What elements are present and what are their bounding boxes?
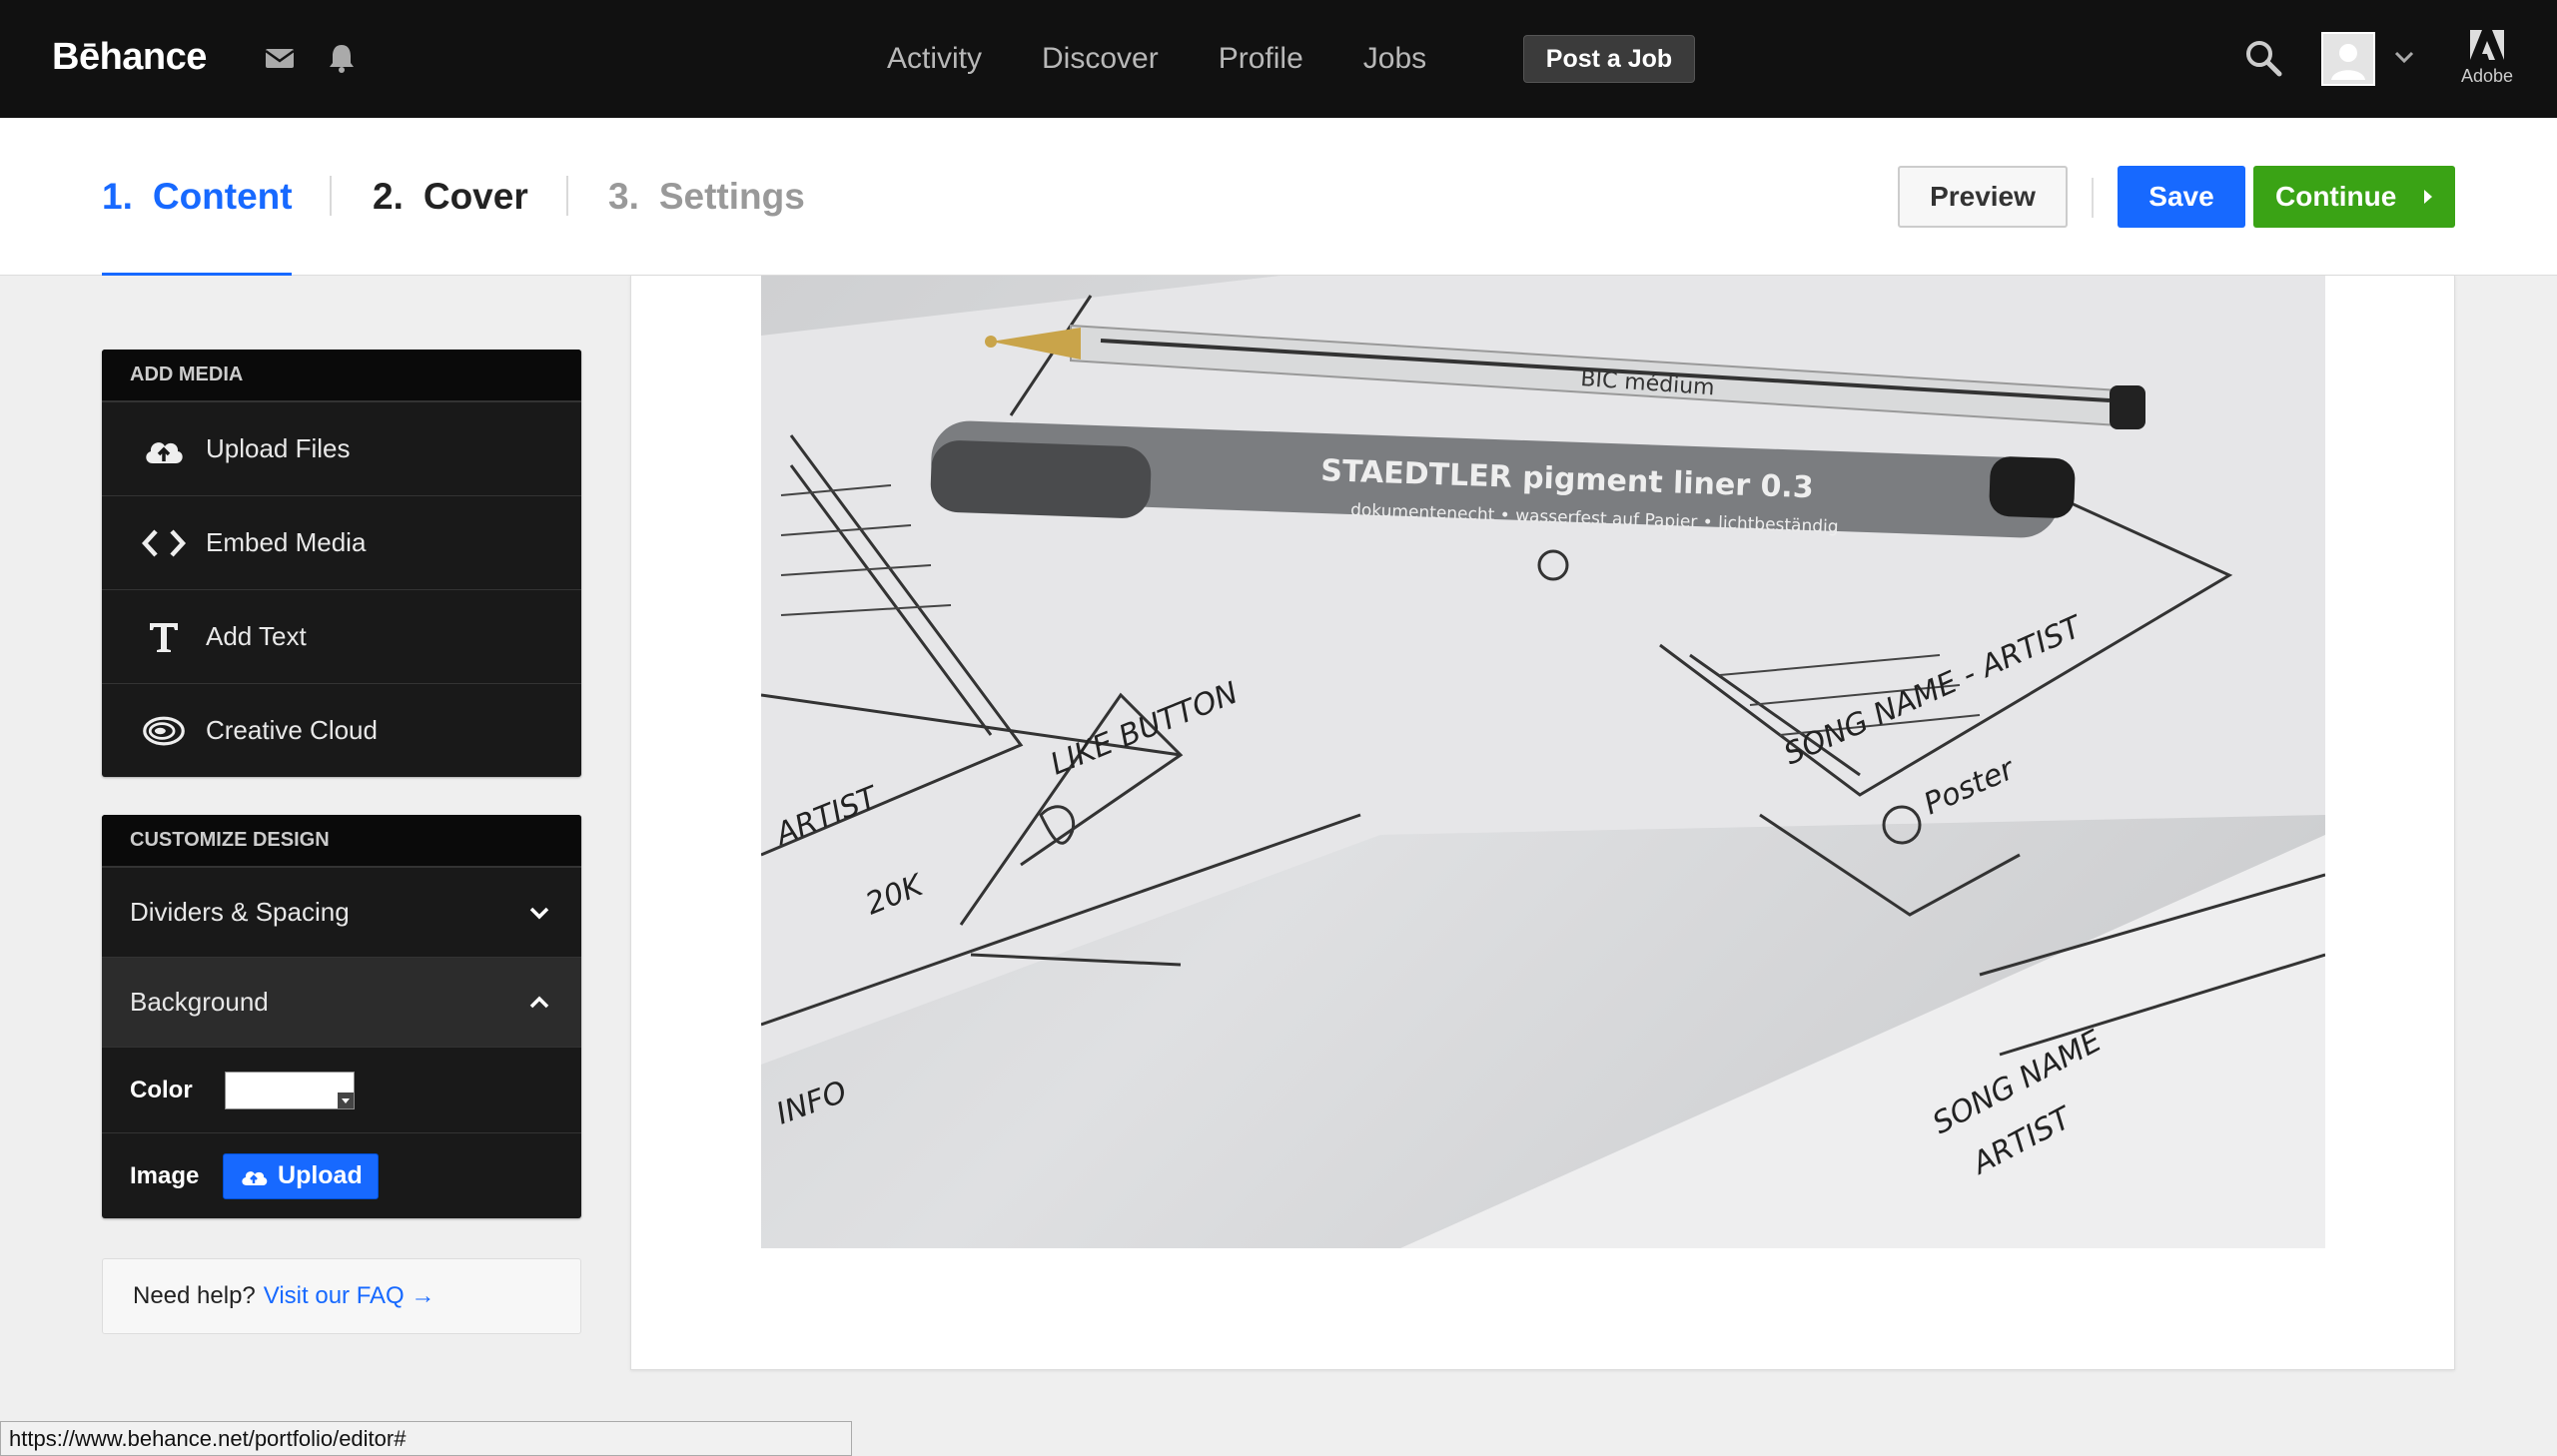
step-number: 3. [608, 176, 639, 217]
preview-button[interactable]: Preview [1898, 166, 2068, 228]
add-media-panel: ADD MEDIA Upload Files Embed Media Add T… [102, 350, 581, 777]
text-t-icon [142, 615, 186, 659]
step-label: Settings [658, 176, 805, 217]
step-number: 1. [102, 176, 133, 217]
project-canvas: BIC médium STAEDTLER pigment liner 0.3 d… [630, 276, 2455, 1370]
adobe-link[interactable]: Adobe [2453, 30, 2521, 87]
button-divider [2092, 178, 2094, 218]
continue-label: Continue [2275, 181, 2397, 212]
chevron-down-icon[interactable] [2391, 44, 2417, 70]
browser-status-bar: https://www.behance.net/portfolio/editor… [0, 1421, 852, 1456]
background-color-row: Color [102, 1047, 581, 1132]
step-content[interactable]: 1. Content [102, 176, 293, 218]
upload-background-button[interactable]: Upload [223, 1152, 380, 1199]
cloud-upload-icon [242, 1170, 268, 1185]
step-label: Cover [423, 176, 528, 217]
post-a-job-button[interactable]: Post a Job [1523, 35, 1695, 83]
color-label: Color [130, 1076, 193, 1103]
continue-button[interactable]: Continue [2253, 166, 2455, 228]
cloud-upload-icon [142, 427, 186, 471]
user-silhouette-icon [2331, 44, 2365, 80]
search-icon[interactable] [2243, 38, 2283, 78]
step-settings[interactable]: 3. Settings [608, 176, 805, 218]
step-label: Content [152, 176, 293, 217]
main-nav: Activity Discover Profile Jobs [887, 0, 1486, 118]
chevron-down-icon [529, 907, 549, 919]
dividers-spacing-toggle[interactable]: Dividers & Spacing [102, 867, 581, 957]
adobe-logo-icon [2470, 30, 2504, 60]
caret-right-icon [2424, 190, 2433, 204]
top-nav: Bēhance Activity Discover Profile Jobs P… [0, 0, 2557, 118]
embed-media-item[interactable]: Embed Media [102, 495, 581, 589]
color-picker[interactable] [224, 1071, 355, 1109]
nav-activity[interactable]: Activity [887, 42, 982, 76]
adobe-label: Adobe [2460, 66, 2514, 86]
sketch-photo: BIC médium STAEDTLER pigment liner 0.3 d… [761, 276, 2325, 1248]
dividers-spacing-label: Dividers & Spacing [130, 897, 350, 927]
upload-files-label: Upload Files [206, 433, 351, 463]
faq-link[interactable]: Visit our FAQ → [264, 1282, 435, 1310]
creative-cloud-label: Creative Cloud [206, 715, 378, 745]
image-label: Image [130, 1161, 200, 1189]
creative-cloud-item[interactable]: Creative Cloud [102, 683, 581, 777]
nav-discover[interactable]: Discover [1042, 42, 1159, 76]
help-text: Need help? [133, 1282, 256, 1309]
code-brackets-icon [142, 521, 186, 565]
step-number: 2. [373, 176, 404, 217]
sketch-label-info: INFO [772, 1075, 852, 1132]
add-media-title: ADD MEDIA [102, 350, 581, 401]
background-toggle[interactable]: Background [102, 957, 581, 1047]
step-divider [330, 176, 332, 216]
behance-logo[interactable]: Bēhance [52, 36, 207, 79]
help-box: Need help? Visit our FAQ → [102, 1258, 581, 1334]
background-label: Background [130, 987, 269, 1017]
step-divider [566, 176, 568, 216]
add-text-item[interactable]: Add Text [102, 589, 581, 683]
creative-cloud-icon [142, 709, 186, 753]
dropdown-arrow-icon [337, 1092, 354, 1108]
customize-design-title: CUSTOMIZE DESIGN [102, 815, 581, 867]
embed-media-label: Embed Media [206, 527, 367, 557]
chevron-up-icon [529, 996, 549, 1008]
nav-profile[interactable]: Profile [1219, 42, 1303, 76]
active-step-indicator [102, 273, 292, 276]
add-text-label: Add Text [206, 621, 307, 651]
step-cover[interactable]: 2. Cover [373, 176, 528, 218]
bell-icon[interactable] [324, 40, 360, 76]
project-image[interactable]: BIC médium STAEDTLER pigment liner 0.3 d… [761, 276, 2325, 1248]
upload-label: Upload [278, 1161, 363, 1189]
save-button[interactable]: Save [2118, 166, 2245, 228]
customize-design-panel: CUSTOMIZE DESIGN Dividers & Spacing Back… [102, 815, 581, 1218]
nav-jobs[interactable]: Jobs [1363, 42, 1426, 76]
avatar[interactable] [2321, 32, 2375, 86]
editor-steps-bar: 1. Content 2. Cover 3. Settings Preview Sav… [0, 118, 2557, 276]
upload-files-item[interactable]: Upload Files [102, 401, 581, 495]
background-image-row: Image Upload [102, 1132, 581, 1218]
mail-icon[interactable] [262, 40, 298, 76]
